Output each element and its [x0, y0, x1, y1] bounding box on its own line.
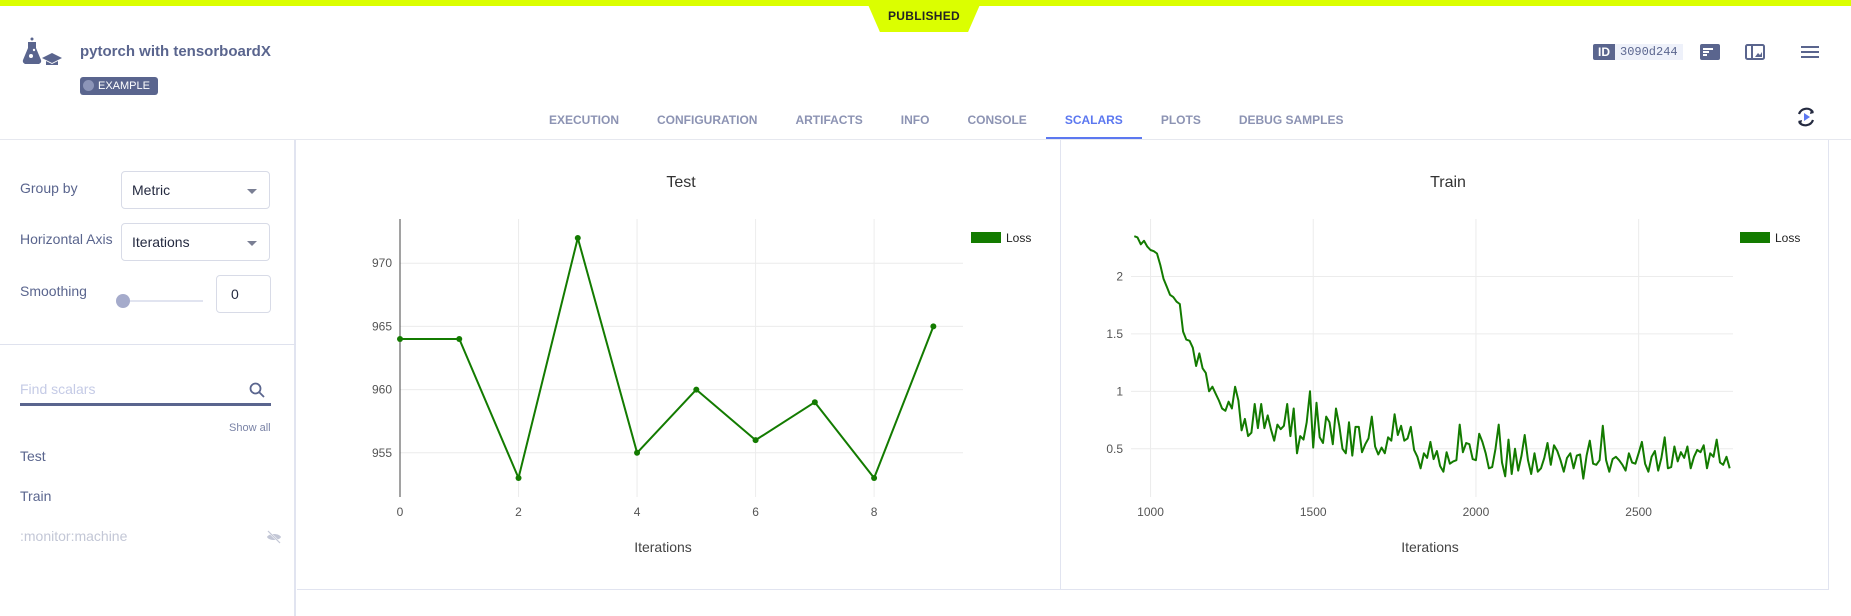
find-scalars-input[interactable]: Find scalars: [20, 376, 271, 406]
x-tick-label: 1500: [1300, 505, 1327, 519]
horizontal-axis-value: Iterations: [132, 234, 190, 250]
slider-track: [122, 300, 203, 302]
chevron-down-icon: [247, 241, 257, 246]
y-tick-label: 2: [1116, 269, 1123, 283]
scalar-item-monitor-machine[interactable]: :monitor:machine: [20, 528, 127, 544]
data-point: [574, 234, 581, 241]
logo-flask-icon: [22, 37, 62, 65]
x-tick-label: 0: [397, 505, 404, 519]
data-point: [930, 323, 937, 330]
slider-thumb[interactable]: [116, 294, 130, 308]
y-tick-label: 965: [372, 319, 392, 333]
smoothing-input[interactable]: 0: [216, 275, 271, 313]
smoothing-slider[interactable]: [116, 294, 203, 308]
data-point: [515, 475, 522, 482]
data-point: [397, 336, 403, 343]
group-by-label: Group by: [20, 180, 78, 196]
sidebar-divider: [0, 344, 296, 345]
tab-execution[interactable]: EXECUTION: [530, 106, 638, 139]
experiment-title: pytorch with tensorboardX: [80, 43, 271, 60]
legend-label: Loss: [1006, 231, 1031, 245]
chart-train: Train 0.5 1 1.5 2 1000 1500 2000 2500 Iterations L…: [1061, 140, 1829, 590]
search-placeholder: Find scalars: [20, 381, 96, 397]
x-tick-label: 1000: [1137, 505, 1164, 519]
x-tick-label: 8: [871, 505, 878, 519]
task-id[interactable]: ID 3090d244: [1593, 44, 1683, 60]
y-tick-label: 1.5: [1106, 327, 1123, 341]
series-line-loss: [400, 237, 935, 479]
show-all-link[interactable]: Show all: [229, 422, 271, 434]
x-tick-label: 2: [515, 505, 522, 519]
example-badge: EXAMPLE: [80, 77, 158, 95]
data-point: [634, 449, 641, 456]
tab-scalars[interactable]: SCALARS: [1045, 106, 1142, 139]
data-point: [752, 437, 759, 444]
tab-artifacts[interactable]: ARTIFACTS: [776, 106, 881, 139]
group-by-value: Metric: [132, 182, 171, 198]
search-icon[interactable]: [249, 382, 265, 398]
badge-label: EXAMPLE: [98, 80, 150, 92]
legend-swatch: [971, 232, 1001, 243]
published-banner: PUBLISHED: [866, 0, 982, 32]
tab-bar: EXECUTION CONFIGURATION ARTIFACTS INFO C…: [530, 106, 1363, 139]
y-tick-label: 955: [372, 446, 392, 460]
id-label: ID: [1593, 44, 1615, 60]
group-by-select[interactable]: Metric: [121, 171, 270, 209]
train-chart-svg[interactable]: Train 0.5 1 1.5 2 1000 1500 2000 2500 Iterations L…: [1061, 140, 1829, 590]
tab-configuration[interactable]: CONFIGURATION: [638, 106, 776, 139]
tab-console[interactable]: CONSOLE: [948, 106, 1045, 139]
auto-refresh-icon[interactable]: [1795, 106, 1817, 128]
legend-label: Loss: [1775, 231, 1800, 245]
info-panel-icon[interactable]: [1700, 44, 1720, 60]
tab-debug-samples[interactable]: DEBUG SAMPLES: [1220, 106, 1363, 139]
x-tick-label: 2000: [1463, 505, 1490, 519]
chart-title: Train: [1430, 174, 1466, 191]
chart-title: Test: [666, 174, 696, 191]
x-axis-label: Iterations: [1401, 539, 1459, 555]
id-value[interactable]: 3090d244: [1615, 44, 1683, 60]
y-tick-label: 1: [1116, 384, 1123, 398]
data-point: [693, 386, 700, 393]
series-line-loss: [1133, 235, 1731, 480]
x-tick-label: 2500: [1625, 505, 1652, 519]
y-tick-label: 960: [372, 383, 392, 397]
scalars-sidebar: Group by Metric Horizontal Axis Iteratio…: [0, 140, 296, 616]
gear-icon: [83, 80, 94, 91]
tab-plots[interactable]: PLOTS: [1142, 106, 1220, 139]
menu-icon[interactable]: [1800, 44, 1820, 60]
smoothing-label: Smoothing: [20, 283, 87, 299]
y-tick-label: 970: [372, 256, 392, 270]
tab-info[interactable]: INFO: [882, 106, 949, 139]
data-point: [811, 399, 818, 406]
layout-icon[interactable]: [1745, 44, 1765, 60]
horizontal-axis-select[interactable]: Iterations: [121, 223, 270, 261]
data-point: [871, 475, 878, 482]
x-tick-label: 4: [634, 505, 641, 519]
chevron-down-icon: [247, 189, 257, 194]
eye-off-icon[interactable]: [266, 530, 282, 544]
chart-test: Test 955 960 965 970 0 2 4 6 8 Iterations Loss: [297, 140, 1061, 590]
horizontal-axis-label: Horizontal Axis: [20, 231, 113, 247]
y-tick-label: 0.5: [1106, 442, 1123, 456]
test-chart-svg[interactable]: Test 955 960 965 970 0 2 4 6 8 Iterations Loss: [297, 140, 1061, 590]
x-axis-label: Iterations: [634, 539, 692, 555]
scalar-item-train[interactable]: Train: [20, 488, 51, 504]
scalar-item-test[interactable]: Test: [20, 448, 46, 464]
legend-swatch: [1740, 232, 1770, 243]
x-tick-label: 6: [752, 505, 759, 519]
data-point: [456, 336, 463, 343]
